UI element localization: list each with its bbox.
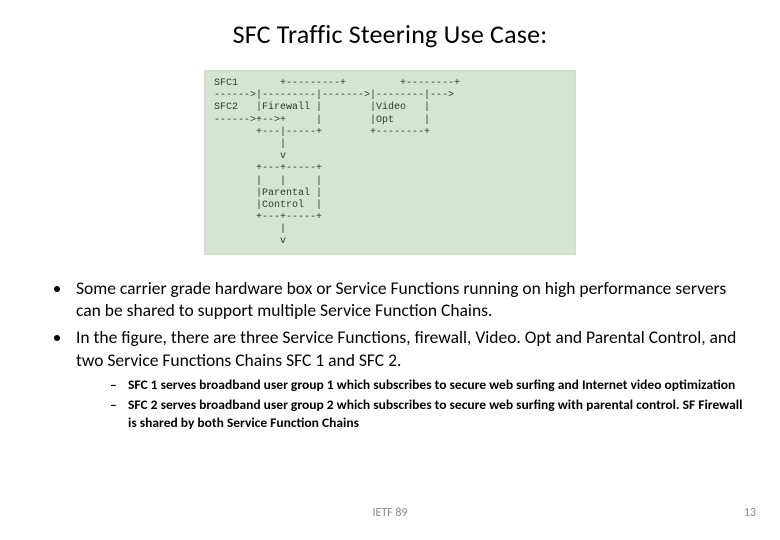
page-title: SFC Traffic Steering Use Case: <box>28 18 752 50</box>
footer-center: IETF 89 <box>0 506 780 520</box>
ascii-diagram: SFC1 +---------+ +--------+ ------>|----… <box>204 70 576 255</box>
slide: SFC Traffic Steering Use Case: SFC1 +---… <box>0 0 780 540</box>
sub-bullet-list: SFC 1 serves broadband user group 1 whic… <box>76 376 752 432</box>
diagram-container: SFC1 +---------+ +--------+ ------>|----… <box>28 60 752 265</box>
slide-number: 13 <box>744 506 756 520</box>
sub-bullet-item: SFC 2 serves broadband user group 2 whic… <box>110 396 752 431</box>
sub-bullet-item: SFC 1 serves broadband user group 1 whic… <box>110 376 752 394</box>
main-bullet-list: Some carrier grade hardware box or Servi… <box>28 277 752 432</box>
bullet-item: Some carrier grade hardware box or Servi… <box>72 277 752 323</box>
bullet-text: In the figure, there are three Service F… <box>76 326 736 371</box>
bullet-item: In the figure, there are three Service F… <box>72 326 752 431</box>
